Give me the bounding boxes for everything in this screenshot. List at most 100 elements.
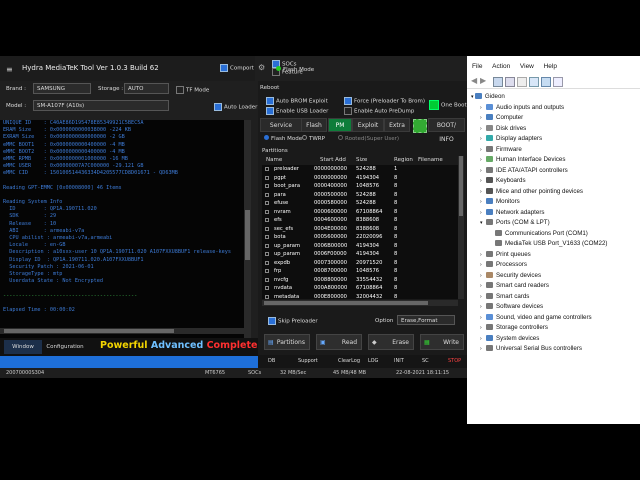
table-row[interactable]: efuse 0000580000 524288 8 — [262, 199, 458, 208]
tree-item[interactable]: › Disk drives — [471, 124, 639, 135]
menu-action[interactable]: Action — [492, 63, 510, 70]
tf-mode-checkbox[interactable]: TF Mode — [176, 86, 209, 94]
tab-pm[interactable]: PM — [328, 118, 352, 132]
tree-item[interactable]: › Smart card readers — [471, 281, 639, 292]
row-checkbox[interactable] — [265, 294, 269, 299]
tab-flash[interactable]: Flash — [301, 118, 327, 132]
row-checkbox[interactable] — [265, 175, 269, 180]
tree-root[interactable]: ▾ Gideon — [471, 92, 639, 103]
view-icon[interactable] — [505, 77, 515, 87]
row-checkbox[interactable] — [265, 277, 269, 282]
radio-rooted[interactable]: Rooted(Super User) — [338, 135, 399, 142]
tab-service[interactable]: Service — [260, 118, 302, 132]
table-scrollbar[interactable] — [458, 156, 464, 299]
console-hscrollbar[interactable] — [0, 328, 244, 334]
row-checkbox[interactable] — [265, 201, 269, 205]
forward-icon[interactable]: ▶ — [480, 76, 486, 85]
init-item[interactable]: INIT — [394, 358, 404, 364]
row-checkbox[interactable] — [265, 235, 269, 239]
tree-item[interactable]: › IDE ATA/ATAPI controllers — [471, 166, 639, 177]
table-row[interactable]: nvcfg 0008800000 33554432 8 — [262, 276, 458, 285]
row-checkbox[interactable] — [265, 260, 269, 265]
enable-usb-loader-checkbox[interactable]: Enable USB Loader — [266, 107, 328, 115]
table-row[interactable]: frp 0008700000 1048576 8 — [262, 267, 458, 276]
tree-item[interactable]: › Display adapters — [471, 134, 639, 145]
table-hscrollbar[interactable] — [262, 300, 458, 306]
tree-item[interactable]: › Audio inputs and outputs — [471, 103, 639, 114]
option-select[interactable]: Erase,Format — [397, 315, 455, 325]
table-row[interactable]: metadata 000E800000 32004432 8 — [262, 293, 458, 299]
storage-select[interactable]: AUTO — [124, 83, 169, 94]
radio-twrp[interactable]: TWRP — [302, 135, 325, 142]
write-button[interactable]: ▦ Write — [420, 334, 464, 350]
tree-item[interactable]: ▾ Ports (COM & LPT) — [471, 218, 639, 229]
erase-button[interactable]: ◆ Erase — [368, 334, 414, 350]
properties-icon[interactable] — [493, 77, 503, 87]
row-checkbox[interactable] — [265, 243, 269, 248]
table-row[interactable]: sec_efs 0004E00000 8388608 8 — [262, 225, 458, 234]
log-item[interactable]: LOG — [368, 358, 378, 364]
help-icon[interactable] — [517, 77, 527, 87]
tab-extra[interactable]: Extra — [384, 118, 410, 132]
tab-configuration[interactable]: Configuration — [44, 340, 86, 354]
table-row[interactable]: para 0000500000 524288 8 — [262, 191, 458, 200]
tree-item[interactable]: › Keyboards — [471, 176, 639, 187]
one-boot-checkbox[interactable]: One Boot — [429, 100, 467, 110]
row-checkbox[interactable] — [265, 184, 269, 188]
tab-window[interactable]: Window — [4, 340, 42, 354]
console-scrollbar[interactable] — [244, 120, 251, 338]
tree-item[interactable]: › Print queues — [471, 250, 639, 261]
table-row[interactable]: efs 0004600000 8388608 8 — [262, 216, 458, 225]
sc-item[interactable]: SC — [422, 358, 429, 364]
model-select[interactable]: SM-A107F (A10s) — [33, 100, 169, 111]
tree-item[interactable]: › Computer — [471, 113, 639, 124]
stop-item[interactable]: STOP — [448, 358, 461, 364]
support-item[interactable]: Support — [298, 358, 318, 364]
clearlog-item[interactable]: ClearLog — [338, 358, 360, 364]
brand-select[interactable]: SAMSUNG — [33, 83, 91, 94]
row-checkbox[interactable] — [265, 192, 269, 197]
tree-item[interactable]: › Sound, video and game controllers — [471, 313, 639, 324]
tree-item[interactable]: › Mice and other pointing devices — [471, 187, 639, 198]
tree-item[interactable]: › Security devices — [471, 271, 639, 282]
table-row[interactable]: nvdata 000A800000 67108864 8 — [262, 284, 458, 293]
row-checkbox[interactable] — [265, 226, 269, 231]
row-checkbox[interactable] — [265, 269, 269, 273]
tab-boot-info[interactable]: BOOT/ INFO — [428, 118, 465, 143]
tree-item[interactable]: › Software devices — [471, 302, 639, 313]
table-row[interactable]: bota 0005600000 22020096 8 — [262, 233, 458, 242]
tree-item[interactable]: › Human Interface Devices — [471, 155, 639, 166]
radio-flash-mode[interactable]: Flash Mode — [264, 135, 302, 142]
table-row[interactable]: up_param 0006B00000 4194304 8 — [262, 242, 458, 251]
menu-icon[interactable]: ≡ — [6, 65, 13, 74]
row-checkbox[interactable] — [265, 167, 269, 171]
tree-item[interactable]: › Monitors — [471, 197, 639, 208]
back-icon[interactable]: ◀ — [471, 76, 477, 85]
tree-item[interactable]: › Firmware — [471, 145, 639, 156]
tab-exploit[interactable]: Exploit — [352, 118, 384, 132]
scan-icon[interactable] — [529, 77, 539, 87]
table-row[interactable]: boot_para 0000400000 1048576 8 — [262, 182, 458, 191]
comport-checkbox[interactable]: Comport — [220, 64, 254, 72]
tree-item[interactable]: › Universal Serial Bus controllers — [471, 344, 639, 355]
skip-preloader-checkbox[interactable]: Skip Preloader — [268, 317, 318, 325]
row-checkbox[interactable] — [265, 218, 269, 222]
monitor-icon[interactable] — [541, 77, 551, 87]
device-icon[interactable] — [553, 77, 563, 87]
db-item[interactable]: DB — [268, 358, 275, 364]
tree-item[interactable]: › System devices — [471, 334, 639, 345]
table-row[interactable]: expdb 0007300000 20971520 8 — [262, 259, 458, 268]
table-row[interactable]: pgpt 0000000000 4194304 8 — [262, 174, 458, 183]
tree-item[interactable]: › Processors — [471, 260, 639, 271]
table-row[interactable]: up_param 0006F00000 4194304 8 — [262, 250, 458, 259]
tree-item[interactable]: › Storage controllers — [471, 323, 639, 334]
table-row[interactable]: nvram 0000600000 67108864 8 — [262, 208, 458, 217]
row-checkbox[interactable] — [265, 209, 269, 214]
partitions-button[interactable]: ▤ Partitions — [264, 334, 310, 350]
tree-item[interactable]: MediaTek USB Port_V1633 (COM22) — [471, 239, 639, 250]
auto-brom-checkbox[interactable]: Auto BROM Exploit — [266, 97, 328, 105]
tree-item[interactable]: Communications Port (COM1) — [471, 229, 639, 240]
tree-item[interactable]: › Smart cards — [471, 292, 639, 303]
table-row[interactable]: preloader 0000000000 524288 1 — [262, 165, 458, 174]
menu-view[interactable]: View — [520, 63, 534, 70]
